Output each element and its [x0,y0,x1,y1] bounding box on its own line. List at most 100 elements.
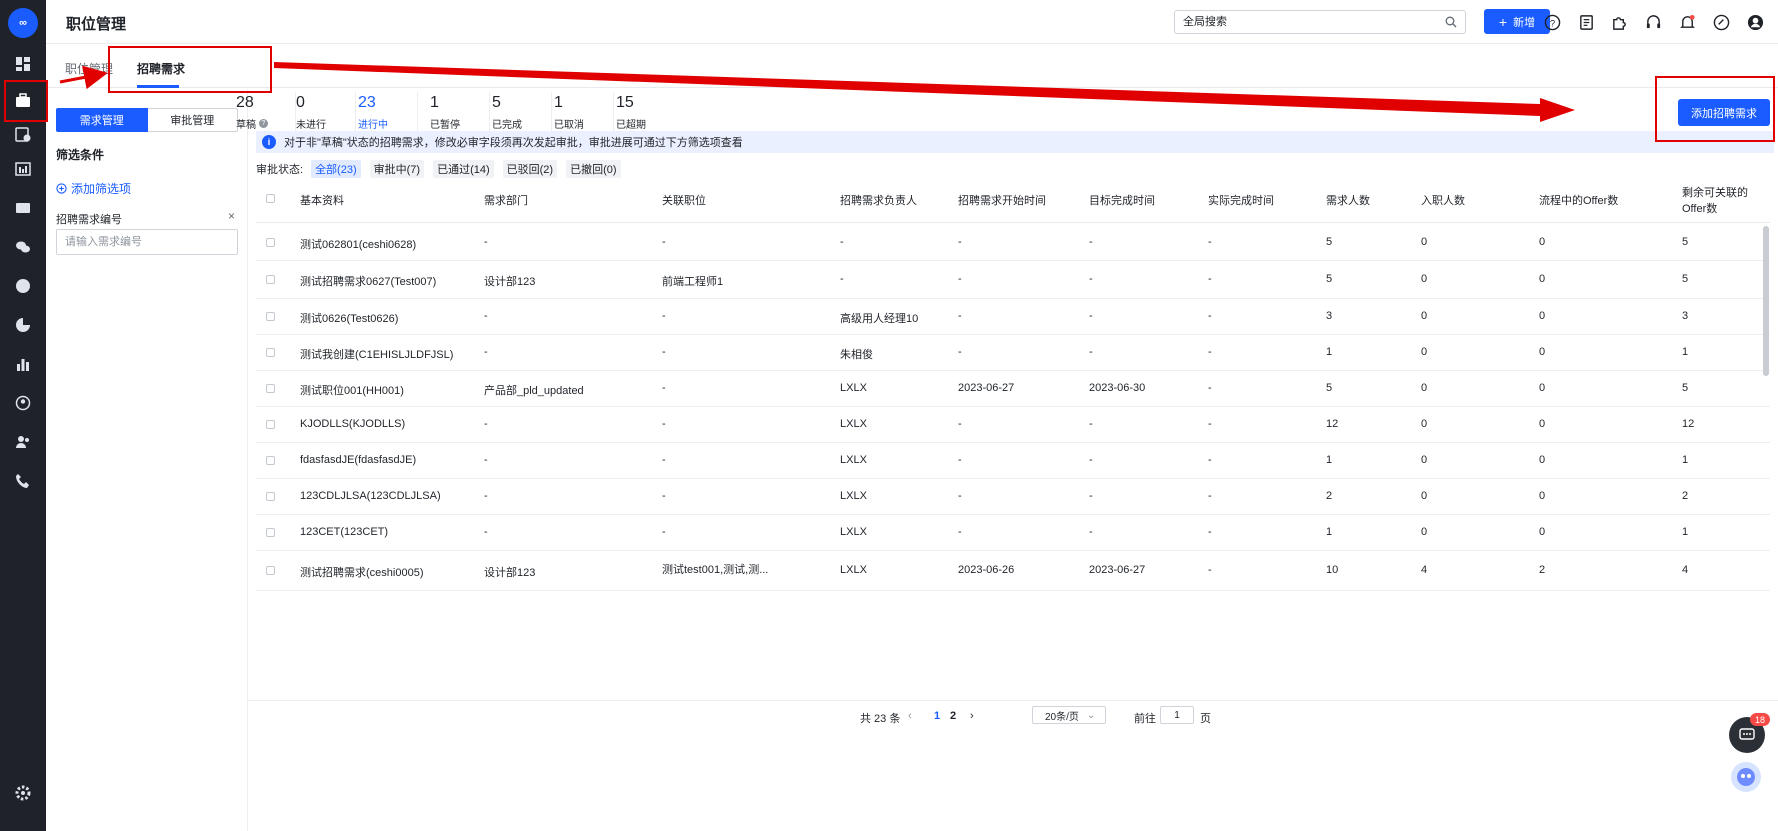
global-search-box[interactable] [1174,10,1466,34]
table-row[interactable]: 测试职位001(HH001) 产品部_pld_updated - LXLX 2023-0… [256,371,1770,407]
stat-overdue[interactable]: 15 已超期 [606,90,676,134]
page-1[interactable]: 1 [934,710,940,722]
puzzle-icon[interactable] [1609,12,1629,32]
cell-basic-info[interactable]: 测试招聘需求(ceshi0005) [300,564,423,580]
stat-paused[interactable]: 1 已暂停 [420,90,490,134]
table-row[interactable]: 123CDLJLSA(123CDLJLSA) - - LXLX - - - 2 0 0 2 [256,479,1770,515]
page-2[interactable]: 2 [950,710,956,722]
row-checkbox[interactable] [266,275,275,284]
chip-withdrawn[interactable]: 已撤回(0) [566,160,621,178]
wechat-icon[interactable] [11,235,35,259]
settings-gear-icon[interactable] [11,781,35,805]
cell-basic-info[interactable]: 测试0626(Test0626) [300,310,398,326]
user-avatar-icon[interactable] [1745,12,1765,32]
report-grid-icon[interactable] [11,157,35,181]
row-checkbox[interactable] [266,384,275,393]
table-row[interactable]: 测试062801(ceshi0628) - - - - - - 5 0 0 5 [256,224,1770,261]
cell-basic-info[interactable]: 123CDLJLSA(123CDLJLSA) [300,490,441,502]
table-row[interactable]: 测试0626(Test0626) - - 高级用人经理10 - - - 3 0 0 3 [256,299,1770,335]
stat-completed[interactable]: 5 已完成 [482,90,552,134]
new-button[interactable]: + 新增 [1484,9,1550,34]
cell-basic-info[interactable]: fdasfasdJE(fdasfasdJE) [300,454,416,466]
person-circle-icon[interactable] [11,391,35,415]
headset-icon[interactable] [1643,12,1663,32]
goto-page-input[interactable]: 1 [1160,706,1194,724]
row-checkbox[interactable] [266,312,275,321]
approval-management-toggle[interactable]: 审批管理 [147,108,238,132]
help-icon[interactable]: ? [1542,12,1562,32]
request-id-input[interactable] [57,230,232,254]
stat-not-started[interactable]: 0 未进行 [286,90,356,134]
col-owner[interactable]: 招聘需求负责人 [840,193,917,209]
col-related-position[interactable]: 关联职位 [662,193,706,209]
phone-icon[interactable] [11,469,35,493]
request-id-field[interactable] [56,229,238,255]
row-checkbox[interactable] [266,348,275,357]
row-checkbox[interactable] [266,528,275,537]
bar-chart-icon[interactable] [11,352,35,376]
col-department[interactable]: 需求部门 [484,193,528,209]
id-card-icon[interactable] [11,196,35,220]
calendar-check-icon[interactable] [11,122,35,146]
table-row[interactable]: KJODLLS(KJODLLS) - - LXLX - - - 12 0 0 12 [256,407,1770,443]
chip-approved[interactable]: 已通过(14) [433,160,494,178]
document-icon[interactable] [1576,12,1596,32]
demand-management-toggle[interactable]: 需求管理 [56,108,148,132]
cell-basic-info[interactable]: 123CET(123CET) [300,526,388,538]
row-checkbox[interactable] [266,492,275,501]
row-checkbox[interactable] [266,566,275,575]
help-icon[interactable]: ? [259,119,268,128]
col-target-time[interactable]: 目标完成时间 [1089,193,1155,209]
table-row[interactable]: 测试招聘需求0627(Test007) 设计部123 前端工程师1 - - - - 5 0 0 5 [256,261,1770,299]
table-row[interactable]: 123CET(123CET) - - LXLX - - - 1 0 0 1 [256,515,1770,551]
prev-page-icon[interactable]: ‹ [908,710,912,722]
bell-icon[interactable] [1677,12,1697,32]
pie-chart-icon[interactable] [11,313,35,337]
page-size-select[interactable]: 20条/页 ⌄ [1032,706,1106,724]
tab-position-management[interactable]: 职位管理 [65,60,113,77]
table-row[interactable]: 测试我创建(C1EHISLJLDFJSL) - - 朱相俊 - - - 1 0 0 1 [256,335,1770,371]
global-search-input[interactable] [1175,11,1425,33]
chip-all[interactable]: 全部(23) [311,160,361,178]
app-logo[interactable]: ∞ [8,8,38,38]
stat-in-progress[interactable]: 23 进行中 [348,90,418,134]
annotation-box-tab [108,46,272,93]
chip-rejected[interactable]: 已驳回(2) [502,160,558,178]
search-icon[interactable] [1445,16,1457,28]
star-icon[interactable] [11,274,35,298]
row-checkbox[interactable] [266,238,275,247]
add-filter-link[interactable]: 添加筛选项 [56,180,131,197]
link-icon[interactable] [1711,12,1731,32]
stat-cancelled[interactable]: 1 已取消 [544,90,614,134]
cell-remaining-offers: 1 [1682,526,1689,538]
stat-label: 进行中 [358,120,388,131]
select-all-checkbox[interactable] [266,194,275,203]
dashboard-icon[interactable] [11,52,35,76]
cell-basic-info[interactable]: 测试招聘需求0627(Test007) [300,273,436,289]
assistant-bot-icon[interactable] [1731,762,1761,792]
remove-filter-close-icon[interactable]: × [228,209,235,223]
col-offers-in-process[interactable]: 流程中的Offer数 [1539,193,1618,209]
cell-basic-info[interactable]: 测试职位001(HH001) [300,382,404,398]
table-row[interactable]: 测试招聘需求(ceshi0005) 设计部123 测试test001,测试,测...… [256,551,1770,591]
cell-offers-in-process: 0 [1539,418,1546,430]
approval-status-label: 审批状态: [256,164,304,176]
cell-basic-info[interactable]: 测试我创建(C1EHISLJLDFJSL) [300,346,453,362]
col-actual-time[interactable]: 实际完成时间 [1208,193,1274,209]
chip-in-review[interactable]: 审批中(7) [369,160,425,178]
table-row[interactable]: fdasfasdJE(fdasfasdJE) - - LXLX - - - 1 0 0 1 [256,443,1770,479]
unread-badge: 18 [1750,713,1770,726]
col-onboarded-count[interactable]: 入职人数 [1421,193,1465,209]
cell-basic-info[interactable]: KJODLLS(KJODLLS) [300,418,405,430]
col-remaining-offers[interactable]: 剩余可关联的 Offer数 [1682,185,1748,217]
col-basic-info[interactable]: 基本资料 [300,193,344,209]
row-checkbox[interactable] [266,456,275,465]
table-scrollbar[interactable] [1762,224,1770,544]
cell-basic-info[interactable]: 测试062801(ceshi0628) [300,236,416,252]
next-page-icon[interactable]: › [970,710,974,722]
row-checkbox[interactable] [266,420,275,429]
cell-required-count: 3 [1326,310,1333,322]
col-required-count[interactable]: 需求人数 [1326,193,1370,209]
col-start-time[interactable]: 招聘需求开始时间 [958,193,1046,209]
people-icon[interactable] [11,430,35,454]
